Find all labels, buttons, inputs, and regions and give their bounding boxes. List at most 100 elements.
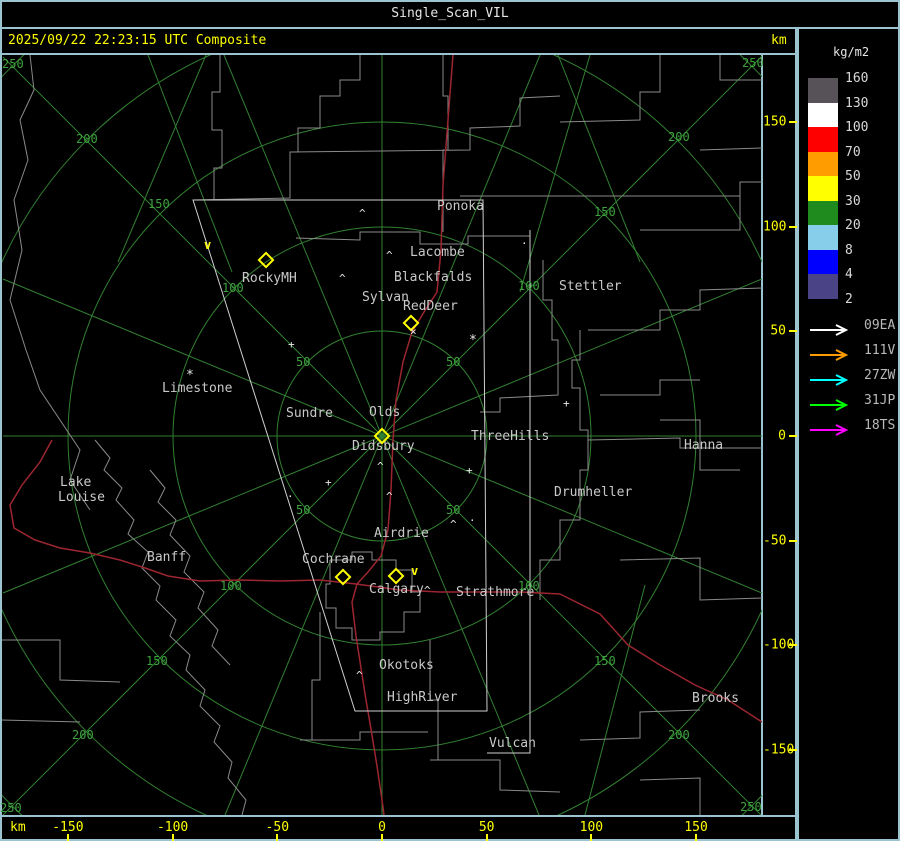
- bottom-axis-unit: km: [10, 820, 26, 835]
- radar-arrow-icon: [810, 374, 849, 386]
- right-axis-tick-label: -50: [763, 533, 787, 549]
- range-ring-label: 200: [668, 130, 690, 144]
- town-dot-marker: ·: [521, 237, 528, 250]
- bottom-axis-tick-label: 150: [684, 820, 708, 835]
- legend-color-block: [808, 127, 838, 152]
- legend-value-label: 130: [845, 95, 869, 111]
- range-ring-label: 50: [296, 355, 311, 369]
- legend-color-block: [808, 102, 838, 127]
- city-label-banff: Banff: [147, 550, 187, 565]
- city-label-reddeer: RedDeer: [403, 299, 458, 314]
- radar-viewer-window: Single_Scan_VIL 2025/09/22 22:23:15 UTC …: [0, 0, 900, 841]
- x-marker: ×: [410, 325, 417, 338]
- city-label-lake: Lake: [60, 475, 92, 490]
- right-axis-tick-label: 150: [763, 114, 787, 130]
- legend-value-label: 8: [845, 242, 853, 258]
- range-ring-label: 100: [220, 579, 242, 593]
- range-ring-label: 150: [594, 205, 616, 219]
- legend-color-block: [808, 78, 838, 103]
- legend-value-label: 50: [845, 169, 861, 184]
- city-label-louise: Louise: [58, 490, 105, 505]
- range-ring-label: 150: [594, 654, 616, 668]
- bottom-axis-tick-label: 50: [478, 820, 495, 835]
- right-axis-tick-label: 50: [770, 323, 786, 339]
- radar-legend-row: 31JP: [808, 393, 898, 411]
- city-label-lacombe: Lacombe: [410, 245, 465, 260]
- legend-value-label: 2: [845, 291, 853, 307]
- right-axis-tick: [789, 120, 797, 123]
- radar-id-label: 27ZW: [864, 368, 896, 383]
- legend-unit-label: kg/m2: [833, 45, 870, 59]
- city-label-vulcan: Vulcan: [489, 736, 536, 751]
- legend-color-block: [808, 176, 838, 201]
- range-ring-label: 100: [222, 281, 244, 295]
- range-ring-label: 200: [668, 728, 690, 742]
- city-label-cochrane: Cochrane: [302, 552, 365, 567]
- right-axis-tick-label: 100: [763, 219, 787, 235]
- range-ring-label: 100: [518, 579, 540, 593]
- town-plus-marker: +: [325, 476, 332, 489]
- legend-color-block: [808, 225, 838, 250]
- right-axis-tick: [789, 330, 797, 333]
- town-plus-marker: +: [466, 464, 473, 477]
- legend-value-label: 160: [845, 71, 869, 86]
- bottom-axis-tick: [381, 834, 383, 841]
- range-ring-label: 250: [2, 57, 24, 71]
- range-ring-label: 200: [76, 132, 98, 146]
- peak-caret-marker: ^: [339, 272, 346, 285]
- bottom-axis-tick: [695, 834, 698, 841]
- city-label-drumheller: Drumheller: [554, 485, 633, 500]
- range-ring-label: 150: [146, 654, 168, 668]
- legend-value-label: 4: [845, 267, 853, 282]
- range-ring-label: 250: [0, 801, 22, 815]
- range-ring-label: 250: [742, 56, 764, 70]
- right-axis-tick: [789, 749, 797, 752]
- bottom-axis-tick-label: -100: [156, 820, 189, 835]
- range-ring-label: 250: [740, 800, 762, 814]
- bottom-axis-tick-label: 0: [378, 820, 386, 835]
- right-axis-tick: [789, 225, 797, 228]
- city-label-rockymh: RockyMH: [242, 271, 297, 286]
- radar-id-label: 09EA: [864, 318, 896, 333]
- city-label-sundre: Sundre: [286, 406, 333, 421]
- city-label-calgary: Calgary: [369, 582, 424, 597]
- peak-caret-marker: ^: [356, 669, 363, 682]
- bottom-axis-tick: [485, 834, 488, 841]
- bottom-axis-tick: [66, 834, 69, 841]
- radar-arrow-icon: [810, 324, 849, 336]
- right-axis-tick-label: 0: [778, 428, 786, 444]
- legend-color-block: [808, 274, 838, 299]
- legend-color-block: [808, 151, 838, 176]
- peak-caret-marker: ^: [424, 584, 431, 597]
- city-label-limestone: Limestone: [162, 381, 233, 396]
- city-label-okotoks: Okotoks: [379, 658, 434, 673]
- radar-id-label: 18TS: [864, 418, 896, 433]
- bottom-axis-tick-label: 100: [579, 820, 604, 835]
- radar-arrow-icon: [810, 349, 849, 361]
- legend-value-label: 100: [845, 120, 869, 135]
- legend-color-block: [808, 249, 838, 274]
- storm-motion-arrow-icon: v: [204, 238, 212, 252]
- range-ring-label: 50: [446, 355, 461, 369]
- radar-legend-row: 18TS: [808, 418, 898, 436]
- radar-id-label: 111V: [864, 343, 896, 358]
- city-label-hanna: Hanna: [684, 438, 724, 453]
- asterisk-marker: *: [186, 368, 194, 383]
- radar-legend-row: 111V: [808, 343, 898, 361]
- town-plus-marker: +: [288, 338, 295, 351]
- radar-arrow-icon: [810, 399, 849, 411]
- right-axis-tick: [789, 644, 797, 647]
- range-ring-label: 50: [296, 503, 311, 517]
- city-label-ponoka: Ponoka: [437, 199, 484, 214]
- radar-arrow-icon: [810, 424, 849, 436]
- radar-legend-row: 09EA: [808, 318, 898, 336]
- legend-panel: kg/m2 160 130 100 70 50 30 20 8 4 2 09EA 111V 27ZW 31…: [799, 29, 900, 841]
- bottom-axis-tick: [171, 834, 174, 841]
- city-label-blackfalds: Blackfalds: [394, 270, 473, 285]
- right-axis-tick-label: -150: [763, 742, 795, 758]
- range-ring-label: 100: [518, 279, 540, 293]
- city-label-airdrie: Airdrie: [374, 526, 429, 541]
- peak-caret-marker: ^: [450, 518, 457, 531]
- radar-id-label: 31JP: [864, 393, 896, 408]
- right-axis-tick: [789, 539, 797, 542]
